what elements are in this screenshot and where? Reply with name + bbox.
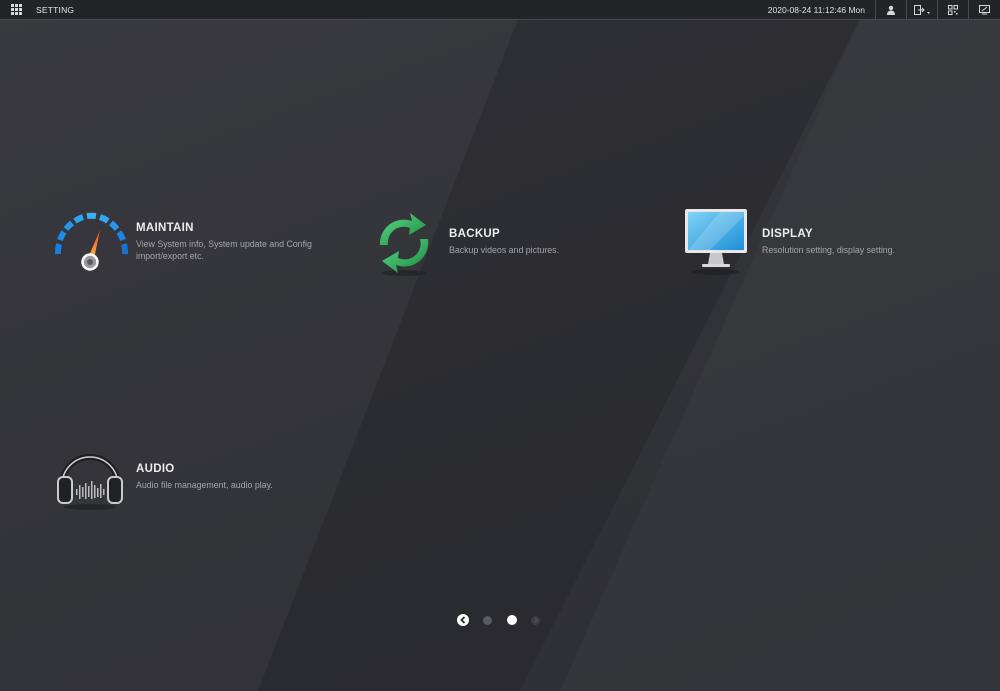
tile-backup-title: BACKUP	[449, 228, 500, 240]
page-dot-2-current[interactable]	[507, 615, 517, 625]
system-datetime: 2020-08-24 11:12:46 Mon	[767, 4, 865, 15]
tile-audio[interactable]: AUDIO Audio file management, audio play.	[52, 441, 273, 513]
chevron-right-icon	[534, 617, 538, 623]
user-icon	[887, 5, 895, 15]
previous-page-button[interactable]	[457, 614, 469, 626]
tile-audio-description: Audio file management, audio play.	[136, 480, 273, 490]
tile-backup-description: Backup videos and pictures.	[449, 245, 560, 255]
tile-audio-title: AUDIO	[136, 463, 175, 475]
top-bar: SETTING 2020-08-24 11:12:46 Mon	[0, 0, 1000, 20]
next-page-button[interactable]	[531, 615, 540, 625]
page-title: SETTING	[36, 4, 75, 15]
tile-maintain[interactable]: MAINTAIN View System info, System update…	[52, 206, 346, 278]
tile-display-title: DISPLAY	[762, 228, 813, 240]
page-dot-1[interactable]	[483, 615, 492, 625]
tile-display[interactable]: DISPLAY Resolution setting, display sett…	[680, 206, 895, 278]
tile-maintain-description: View System info, System update and Conf…	[136, 239, 312, 261]
settings-screen: SETTING 2020-08-24 11:12:46 Mon MAINTAIN…	[0, 0, 1000, 691]
user-button[interactable]	[875, 0, 906, 19]
background-diagonal-bands	[0, 0, 1000, 691]
logout-button[interactable]	[906, 0, 937, 19]
speedometer-icon	[52, 206, 132, 278]
monitor-icon	[680, 206, 756, 278]
monitor-icon	[979, 4, 990, 14]
qr-code-button[interactable]	[937, 0, 968, 19]
headphones-icon	[52, 441, 132, 513]
top-bar-right: 2020-08-24 11:12:46 Mon	[768, 0, 1000, 19]
tile-maintain-title: MAINTAIN	[136, 222, 194, 234]
qr-code-icon	[948, 4, 958, 15]
refresh-arrows-icon	[366, 207, 442, 279]
tile-backup[interactable]: BACKUP Backup videos and pictures.	[366, 207, 559, 279]
menu-grid-icon[interactable]	[11, 4, 22, 15]
monitor-button[interactable]	[968, 0, 1000, 19]
pagination	[457, 614, 540, 626]
chevron-left-icon	[460, 616, 466, 624]
logout-icon	[914, 4, 930, 15]
tile-display-description: Resolution setting, display setting.	[762, 245, 896, 255]
